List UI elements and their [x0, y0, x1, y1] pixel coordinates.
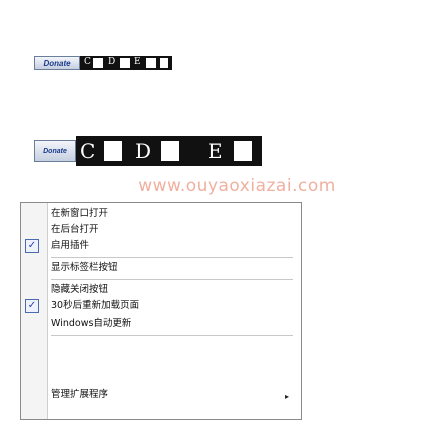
menu-item-open-new-window[interactable]: 在新窗口打开 — [51, 207, 108, 221]
checkbox-reload-30s[interactable]: ✓ — [25, 299, 39, 313]
donate-button-small[interactable]: Donate — [34, 56, 80, 70]
large-letter-d[interactable]: D — [135, 141, 151, 161]
context-menu: 在新窗口打开 在后台打开 ✓ 启用插件 显示标签栏按钮 隐藏关闭按钮 ✓ 30秒… — [20, 202, 302, 420]
checkbox-enable-plugin[interactable]: ✓ — [25, 239, 39, 253]
watermark-url: www.ouyaoxiazai.com — [138, 176, 336, 196]
menu-separator — [51, 335, 293, 336]
submenu-arrow-icon: ▸ — [284, 392, 289, 401]
menu-item-open-background[interactable]: 在后台打开 — [51, 223, 99, 237]
menu-item-manage-extensions[interactable]: 管理扩展程序 — [51, 388, 108, 402]
menu-item-windows-update[interactable]: Windows自动更新 — [51, 317, 131, 331]
menu-separator — [51, 279, 293, 280]
large-letter-c[interactable]: C — [80, 141, 95, 161]
small-letter-d[interactable]: D — [108, 58, 115, 67]
menu-item-hide-close-button[interactable]: 隐藏关闭按钮 — [51, 283, 108, 297]
small-letter-e[interactable]: E — [134, 58, 141, 67]
menu-item-reload-30s[interactable]: 30秒后重新加载页面 — [51, 299, 139, 313]
large-letter-e[interactable]: E — [208, 141, 223, 161]
menu-separator — [51, 257, 293, 258]
menu-item-enable-plugin[interactable]: 启用插件 — [51, 239, 89, 253]
menu-item-show-tab-buttons[interactable]: 显示标签栏按钮 — [51, 261, 118, 275]
donate-button-large[interactable]: Donate — [34, 140, 76, 162]
small-letter-c[interactable]: C — [84, 58, 91, 67]
